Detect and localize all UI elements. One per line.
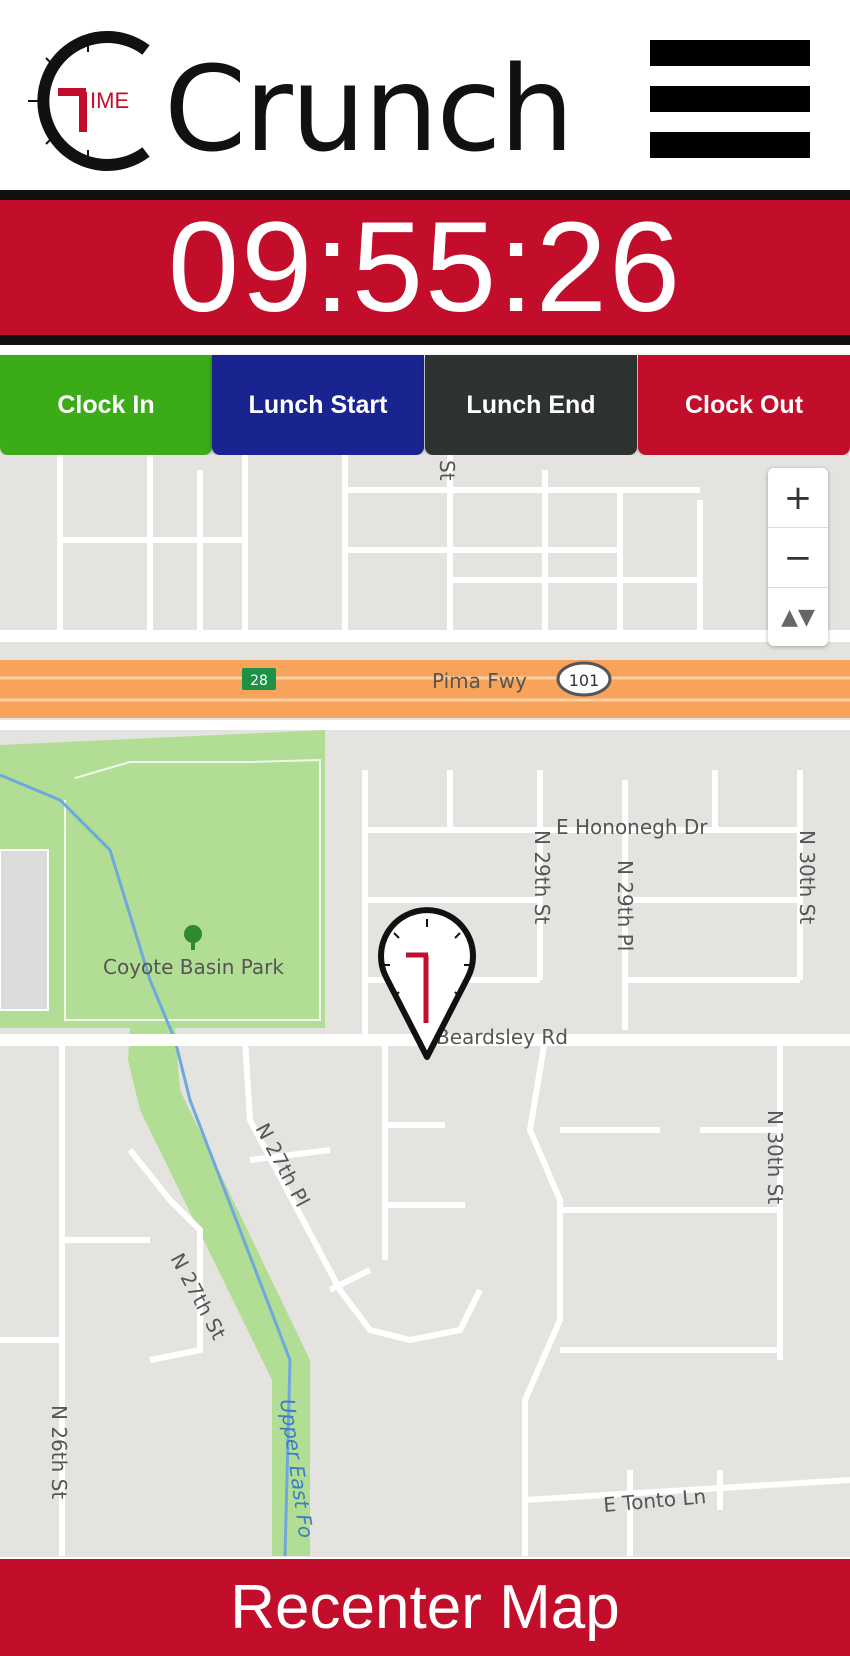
- app-header: IME Crunch: [0, 0, 850, 190]
- zoom-in-button[interactable]: +: [768, 468, 828, 528]
- label-n-29th-pl: N 29th Pl: [613, 860, 637, 951]
- map-view[interactable]: 28 101 Pima Fwy E Hononegh Dr Coyote Bas…: [0, 455, 850, 1557]
- reset-bearing-button[interactable]: ▲▼: [768, 588, 828, 647]
- label-n-30th-st-bottom: N 30th St: [763, 1110, 787, 1204]
- logo-text: Crunch: [164, 40, 574, 178]
- label-e-tonto-ln: E Tonto Ln: [602, 1484, 707, 1517]
- clock-in-button[interactable]: Clock In: [0, 355, 212, 455]
- freeway: [0, 660, 850, 718]
- lunch-start-button[interactable]: Lunch Start: [212, 355, 424, 455]
- hamburger-menu-icon[interactable]: [650, 40, 810, 158]
- label-n-26th-st: N 26th St: [47, 1405, 71, 1499]
- label-n-29th-st: N 29th St: [530, 830, 554, 924]
- timer-bar: 09:55:26: [0, 190, 850, 345]
- zoom-out-button[interactable]: −: [768, 528, 828, 588]
- label-n-30th-st-top: N 30th St: [795, 830, 819, 924]
- label-n-27th-pl: N 27th Pl: [251, 1119, 315, 1211]
- timecrunch-logo: IME Crunch: [18, 28, 574, 174]
- punch-actions: Clock In Lunch Start Lunch End Clock Out: [0, 355, 850, 455]
- route-101-label: 101: [569, 671, 600, 690]
- zoom-control: + − ▲▼: [768, 468, 828, 646]
- label-coyote-basin-park: Coyote Basin Park: [103, 955, 284, 979]
- clock-logo-icon: IME: [28, 31, 150, 171]
- label-e-hononegh-dr: E Hononegh Dr: [556, 815, 708, 839]
- route-28-label: 28: [250, 673, 268, 689]
- location-pin-icon[interactable]: [374, 905, 480, 1065]
- lunch-end-button[interactable]: Lunch End: [425, 355, 637, 455]
- label-pima-fwy: Pima Fwy: [432, 669, 527, 693]
- elapsed-timer: 09:55:26: [167, 195, 683, 339]
- logo-small-text: IME: [90, 88, 129, 113]
- recenter-map-button[interactable]: Recenter Map: [0, 1557, 850, 1656]
- lower-streets: [0, 1039, 850, 1556]
- clock-out-button[interactable]: Clock Out: [638, 355, 850, 455]
- upper-streets: [57, 455, 703, 630]
- label-st-top: St: [435, 460, 459, 481]
- greenway: [128, 1028, 310, 1556]
